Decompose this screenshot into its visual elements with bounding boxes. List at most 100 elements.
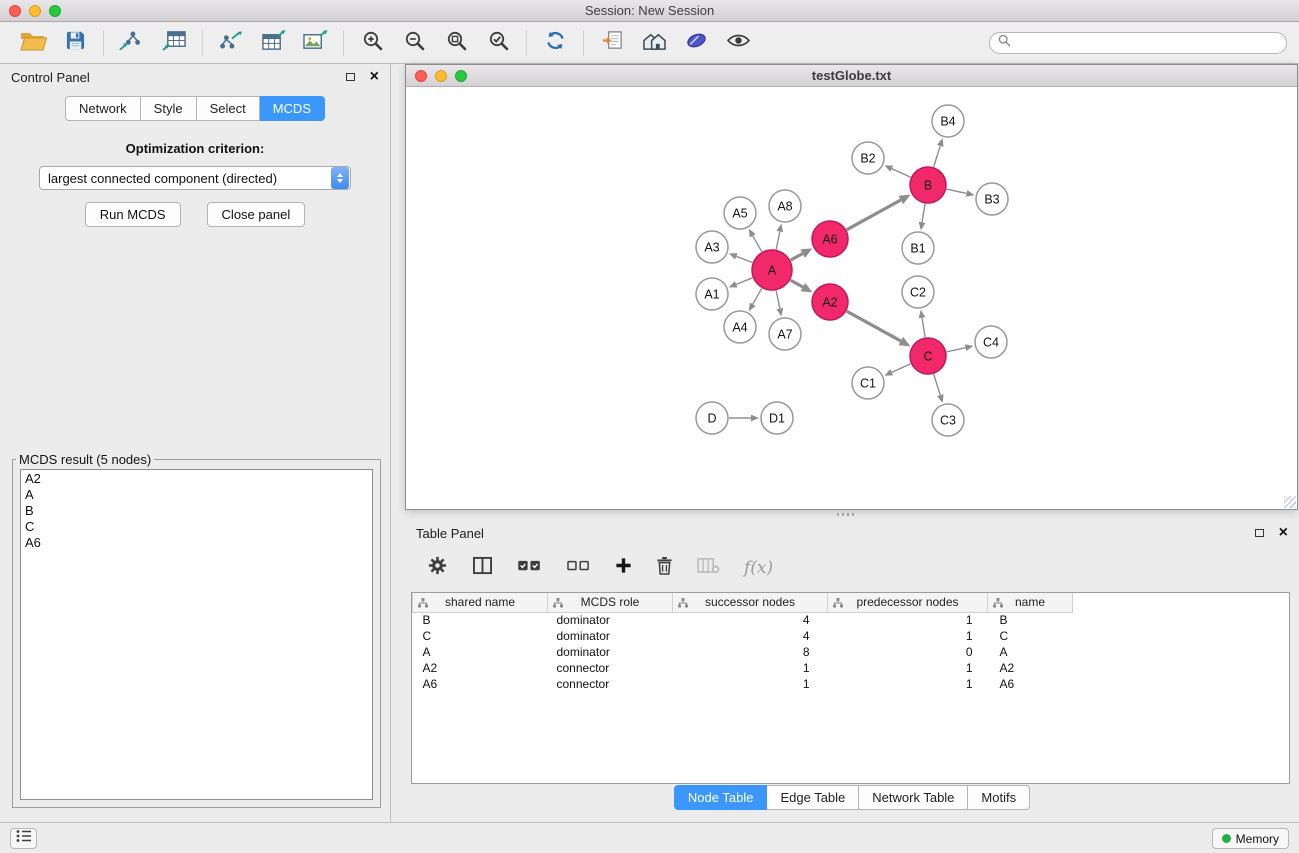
add-row-icon[interactable]	[615, 557, 632, 579]
zoom-window-button[interactable]	[49, 5, 61, 17]
network-edge[interactable]	[919, 310, 926, 337]
show-columns-icon[interactable]	[472, 556, 493, 580]
function-builder-icon[interactable]: f(x)	[744, 558, 773, 578]
network-edge[interactable]	[884, 364, 910, 376]
zoom-out-button[interactable]	[395, 28, 433, 58]
home-layout-button[interactable]	[635, 28, 673, 58]
attribute-gear-icon[interactable]	[427, 555, 448, 581]
network-edge[interactable]	[847, 195, 911, 230]
network-node[interactable]: C	[910, 338, 946, 374]
task-history-button[interactable]	[10, 828, 37, 849]
save-session-button[interactable]	[56, 28, 94, 58]
splitter-grip[interactable]	[837, 513, 855, 516]
copy-view-button[interactable]	[593, 28, 631, 58]
close-panel-button[interactable]: Close panel	[207, 202, 306, 227]
network-node[interactable]: D	[696, 402, 728, 434]
toggle-view-button[interactable]	[719, 28, 757, 58]
network-edge[interactable]	[776, 224, 783, 250]
network-edge[interactable]	[947, 344, 974, 352]
export-table-button[interactable]	[254, 28, 292, 58]
network-node[interactable]: B	[910, 167, 946, 203]
close-window-button[interactable]	[9, 5, 21, 17]
run-mcds-button[interactable]: Run MCDS	[85, 202, 181, 227]
network-node[interactable]: B4	[932, 105, 964, 137]
memory-button[interactable]: Memory	[1212, 828, 1289, 849]
network-edge[interactable]	[776, 291, 783, 317]
mcds-result-item[interactable]: A2	[25, 471, 368, 487]
tab-motifs[interactable]: Motifs	[968, 785, 1030, 810]
optimization-criterion-dropdown[interactable]: largest connected component (directed)	[39, 166, 351, 190]
network-node[interactable]: A8	[769, 190, 801, 222]
table-row[interactable]: Bdominator41B	[413, 612, 1073, 628]
tab-mcds[interactable]: MCDS	[260, 96, 325, 121]
table-row[interactable]: Cdominator41C	[413, 628, 1073, 644]
tab-select[interactable]: Select	[197, 96, 260, 121]
network-edge[interactable]	[729, 253, 753, 262]
network-edge[interactable]	[847, 311, 911, 346]
network-edge[interactable]	[919, 204, 926, 230]
column-header[interactable]: shared name	[413, 593, 548, 612]
network-edge[interactable]	[947, 189, 975, 197]
column-header[interactable]: predecessor nodes	[828, 593, 988, 612]
network-node[interactable]: C3	[932, 404, 964, 436]
network-edge[interactable]	[790, 280, 812, 292]
float-table-panel-icon[interactable]	[1255, 529, 1264, 537]
float-panel-icon[interactable]	[346, 73, 355, 81]
network-edge[interactable]	[884, 165, 910, 177]
import-table-button[interactable]	[155, 28, 193, 58]
network-edge[interactable]	[934, 374, 944, 403]
network-edge[interactable]	[729, 278, 753, 288]
network-view[interactable]: B4B2BB3A8A5A6A3B1AC2A1A2A4A7C4CC1DD1C3	[406, 87, 1297, 509]
tab-node-table[interactable]: Node Table	[674, 785, 768, 810]
table-row[interactable]: A6connector11A6	[413, 676, 1073, 692]
minimize-network-window-button[interactable]	[435, 70, 447, 82]
close-network-window-button[interactable]	[415, 70, 427, 82]
minimize-window-button[interactable]	[29, 5, 41, 17]
network-node[interactable]: A	[752, 250, 792, 290]
export-network-button[interactable]	[212, 28, 250, 58]
mcds-result-item[interactable]: A6	[25, 535, 368, 551]
delete-row-icon[interactable]	[656, 556, 673, 580]
mcds-result-item[interactable]: A	[25, 487, 368, 503]
network-edge[interactable]	[749, 229, 762, 252]
network-edge[interactable]	[749, 288, 762, 311]
network-node[interactable]: A3	[696, 231, 728, 263]
network-node[interactable]: A2	[812, 284, 848, 320]
refresh-layout-button[interactable]	[536, 28, 574, 58]
tab-network[interactable]: Network	[65, 96, 141, 121]
column-header[interactable]: MCDS role	[548, 593, 673, 612]
network-edge[interactable]	[791, 248, 813, 260]
close-table-panel-icon[interactable]: ×	[1279, 525, 1288, 541]
column-header[interactable]: successor nodes	[673, 593, 828, 612]
network-node[interactable]: A1	[696, 278, 728, 310]
network-node[interactable]: D1	[761, 402, 793, 434]
table-row[interactable]: Adominator80A	[413, 644, 1073, 660]
annotation-button[interactable]	[677, 28, 715, 58]
mcds-result-list[interactable]: A2ABCA6	[20, 469, 373, 800]
mcds-result-item[interactable]: B	[25, 503, 368, 519]
window-resize-grip[interactable]	[1284, 496, 1296, 508]
zoom-in-button[interactable]	[353, 28, 391, 58]
tab-edge-table[interactable]: Edge Table	[767, 785, 859, 810]
network-node[interactable]: B3	[976, 183, 1008, 215]
select-all-icon[interactable]	[517, 558, 542, 578]
network-node[interactable]: A7	[769, 318, 801, 350]
network-node[interactable]: C4	[975, 326, 1007, 358]
import-network-button[interactable]	[113, 28, 151, 58]
search-input[interactable]	[1016, 36, 1278, 51]
search-field[interactable]	[989, 32, 1287, 54]
export-image-button[interactable]	[296, 28, 334, 58]
table-row[interactable]: A2connector11A2	[413, 660, 1073, 676]
network-node[interactable]: C2	[902, 276, 934, 308]
mcds-result-item[interactable]: C	[25, 519, 368, 535]
zoom-network-window-button[interactable]	[455, 70, 467, 82]
network-node[interactable]: C1	[852, 367, 884, 399]
tab-network-table[interactable]: Network Table	[859, 785, 968, 810]
node-table-container[interactable]: shared nameMCDS rolesuccessor nodesprede…	[411, 592, 1290, 784]
network-node[interactable]: A6	[812, 221, 848, 257]
network-node[interactable]: A5	[724, 197, 756, 229]
open-file-button[interactable]	[14, 28, 52, 58]
unselect-all-icon[interactable]	[566, 558, 591, 578]
network-node[interactable]: B1	[902, 232, 934, 264]
network-node[interactable]: A4	[724, 311, 756, 343]
